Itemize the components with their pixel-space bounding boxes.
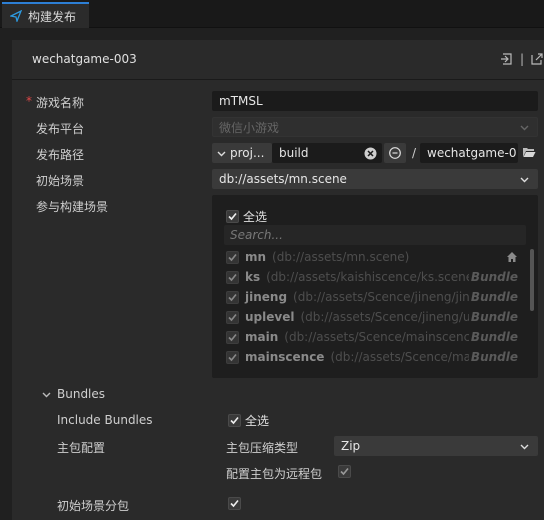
scene-list-box: 全选 Search... mn (db://assets/mn.scene) k… — [212, 195, 538, 378]
remote-main-checkbox[interactable] — [338, 465, 351, 478]
header-separator: | — [519, 52, 524, 66]
scene-name: jineng — [245, 290, 288, 304]
tab-build-publish[interactable]: 构建发布 — [2, 2, 89, 28]
select-all-checkbox[interactable] — [226, 210, 239, 223]
include-bundles-label: Include Bundles — [57, 413, 153, 427]
check-icon — [228, 353, 237, 361]
bundle-tag: Bundle — [468, 330, 518, 344]
export-icon[interactable] — [530, 52, 544, 66]
scene-search-input[interactable]: Search... — [224, 225, 526, 245]
platform-value: 微信小游戏 — [219, 120, 280, 135]
clear-icon[interactable] — [364, 147, 377, 160]
scene-list-scrollbar[interactable] — [530, 249, 534, 311]
scene-checkbox[interactable] — [226, 250, 239, 264]
send-icon — [10, 10, 22, 22]
tab-label: 构建发布 — [28, 9, 77, 24]
start-scene-value: db://assets/mn.scene — [219, 172, 347, 186]
include-bundles-checkbox[interactable] — [228, 414, 241, 427]
list-item[interactable]: uplevel (db://assets/Scence/jineng/uplev… — [226, 307, 518, 327]
chevron-down-icon — [217, 151, 226, 156]
include-bundles-select-all[interactable]: 全选 — [228, 412, 269, 429]
check-icon — [228, 212, 237, 221]
home-icon — [507, 252, 517, 262]
check-icon — [228, 333, 237, 341]
list-item[interactable]: mainscence (db://assets/Scence/mainscen … — [226, 347, 518, 367]
start-scene-subpackage-label: 初始场景分包 — [57, 499, 130, 513]
panel-header: wechatgame-003 | — [12, 40, 544, 80]
game-name-input[interactable]: mTMSL — [212, 91, 538, 111]
tab-bar: 构建发布 — [0, 0, 544, 28]
chevron-down-icon — [520, 444, 529, 450]
chevron-down-icon[interactable] — [42, 390, 51, 399]
chevron-down-icon — [520, 177, 529, 183]
compress-type-value: Zip — [341, 439, 361, 453]
game-name-value: mTMSL — [219, 94, 263, 108]
start-scene-label: 初始场景 — [36, 174, 85, 188]
scene-checkbox[interactable] — [226, 310, 239, 324]
check-icon — [340, 467, 349, 476]
path-slash: / — [412, 146, 417, 160]
build-path-label: 发布路径 — [36, 148, 85, 162]
scene-name: mainscence — [245, 350, 325, 364]
scene-path: (db://assets/mn.scene) — [272, 250, 410, 264]
start-scene-subpackage-checkbox[interactable] — [228, 497, 241, 510]
build-folder-input[interactable]: build — [272, 143, 382, 163]
scene-checkbox[interactable] — [226, 290, 239, 304]
path-prefix-select[interactable]: proj... — [212, 143, 272, 163]
bundle-tag: Bundle — [468, 270, 518, 284]
check-icon — [230, 499, 239, 508]
list-item[interactable]: main (db://assets/Scence/mainscence/mai … — [226, 327, 518, 347]
scene-checkbox[interactable] — [226, 350, 239, 364]
build-panel: wechatgame-003 | * 游戏名称 mTMSL 发布平台 微信小游戏… — [12, 40, 544, 520]
build-folder-value: build — [279, 146, 309, 160]
task-title: wechatgame-003 — [32, 52, 137, 66]
path-prefix-value: proj... — [230, 146, 265, 160]
chevron-down-icon — [520, 125, 529, 131]
list-item[interactable]: mn (db://assets/mn.scene) — [226, 247, 518, 267]
select-all-scenes[interactable]: 全选 — [226, 208, 267, 225]
bundles-section-label[interactable]: Bundles — [57, 387, 105, 401]
output-name-input[interactable]: wechatgame-003 — [420, 143, 518, 163]
remote-main-label: 配置主包为远程包 — [226, 467, 323, 481]
scene-checkbox[interactable] — [226, 330, 239, 344]
scene-checkbox[interactable] — [226, 270, 239, 284]
check-icon — [228, 293, 237, 301]
list-item[interactable]: ks (db://assets/kaishiscence/ks.scene) B… — [226, 267, 518, 287]
search-folder-button[interactable] — [384, 143, 406, 163]
import-icon[interactable] — [500, 52, 514, 66]
search-placeholder: Search... — [230, 228, 283, 242]
scene-name: mn — [245, 250, 267, 264]
main-config-label: 主包配置 — [57, 441, 106, 455]
check-icon — [228, 273, 237, 281]
bundle-tag: Bundle — [468, 290, 518, 304]
platform-label: 发布平台 — [36, 122, 85, 136]
compress-type-select[interactable]: Zip — [334, 436, 538, 456]
folder-open-icon[interactable] — [522, 146, 536, 158]
check-icon — [228, 253, 237, 261]
check-icon — [228, 313, 237, 321]
scenes-label: 参与构建场景 — [36, 200, 109, 214]
platform-select[interactable]: 微信小游戏 — [212, 117, 538, 137]
output-name-value: wechatgame-003 — [427, 146, 517, 160]
search-icon — [389, 147, 401, 159]
bundle-tag: Bundle — [468, 350, 518, 364]
include-bundles-select-all-label: 全选 — [245, 414, 270, 428]
scene-name: uplevel — [245, 310, 295, 324]
compress-type-label: 主包压缩类型 — [226, 441, 299, 455]
start-scene-select[interactable]: db://assets/mn.scene — [212, 169, 538, 189]
required-mark: * — [26, 94, 32, 108]
scene-name: main — [245, 330, 279, 344]
scene-name: ks — [245, 270, 261, 284]
select-all-label: 全选 — [243, 210, 268, 224]
bundle-tag: Bundle — [468, 310, 518, 324]
check-icon — [230, 416, 239, 425]
game-name-label: 游戏名称 — [36, 96, 85, 110]
list-item[interactable]: jineng (db://assets/Scence/jineng/jineng… — [226, 287, 518, 307]
